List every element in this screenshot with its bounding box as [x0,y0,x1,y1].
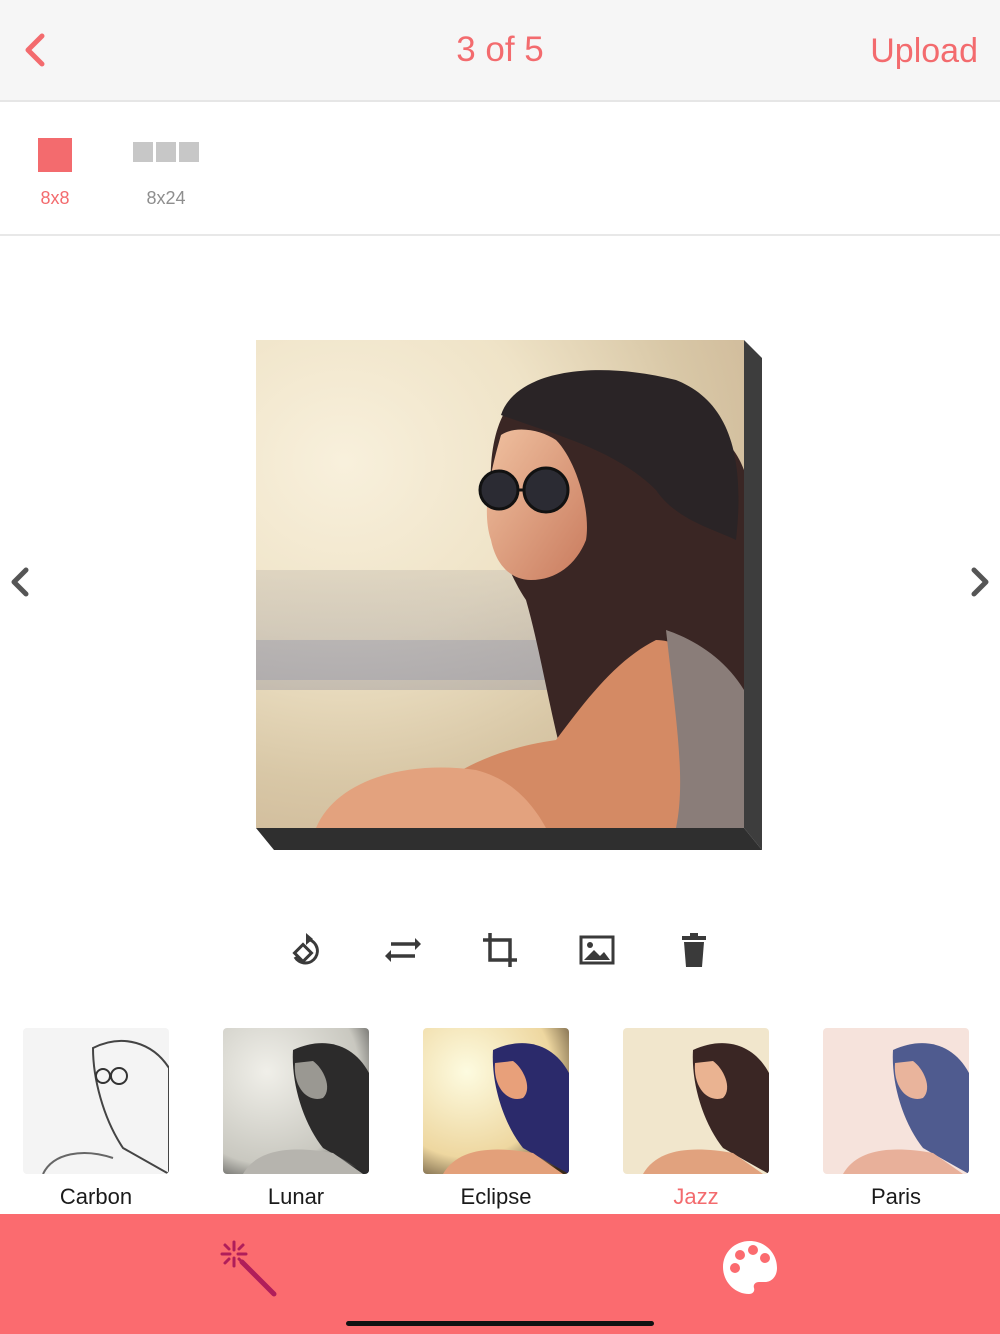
bottom-tab-bar [0,1214,1000,1334]
canvas-edge-bottom [256,828,762,850]
filter-jazz[interactable]: Jazz [623,1028,769,1210]
chevron-right-icon [971,567,989,597]
delete-button[interactable] [672,928,716,972]
filter-name: Eclipse [460,1184,532,1209]
crop-button[interactable] [478,928,522,972]
top-nav-bar: 3 of 5 Upload [0,0,1000,102]
palette-tab[interactable] [720,1238,780,1298]
single-square-icon [38,138,72,172]
upload-button[interactable]: Upload [870,32,978,71]
filter-name: Paris [870,1184,922,1209]
magic-wand-icon [220,1240,277,1297]
replace-image-button[interactable] [575,928,619,972]
portrait-photo [256,370,744,828]
flip-button[interactable] [381,928,425,972]
previous-photo-button[interactable] [0,560,40,604]
trash-icon [682,933,706,967]
filter-thumbnail [823,1028,969,1174]
page-title: 3 of 5 [456,30,544,69]
flip-icon [385,938,421,962]
rotate-button[interactable] [284,928,328,972]
size-option-8x24[interactable]: 8x24 [126,138,206,209]
triple-square-icon [126,138,206,172]
effects-tab[interactable] [218,1238,278,1298]
size-option-label: 8x8 [40,188,70,208]
filter-thumbnail [623,1028,769,1174]
filter-name: Lunar [267,1184,325,1209]
filter-thumbnail [423,1028,569,1174]
filter-lunar[interactable]: Lunar [223,1028,369,1210]
filter-paris[interactable]: Paris [823,1028,969,1210]
filter-name: Jazz [673,1184,719,1209]
filter-eclipse[interactable]: Eclipse [423,1028,569,1210]
canvas-preview[interactable] [256,340,762,850]
filter-strip: Carbon Lunar Eclipse Jazz Paris [0,1028,1000,1214]
filter-thumbnail [23,1028,169,1174]
filter-name: Carbon [59,1184,133,1209]
canvas-photo [256,340,744,828]
size-option-label: 8x24 [146,188,186,208]
crop-icon [483,933,517,967]
size-option-8x8[interactable]: 8x8 [20,138,90,209]
filter-thumbnail [223,1028,369,1174]
home-indicator [346,1321,654,1326]
image-icon [579,935,615,965]
rotate-icon [292,933,319,965]
size-selector: 8x8 8x24 [0,104,1000,236]
next-photo-button[interactable] [960,560,1000,604]
chevron-left-icon [11,567,29,597]
canvas-edge-right [744,340,762,850]
palette-icon [723,1241,777,1294]
filter-carbon[interactable]: Carbon [23,1028,169,1210]
